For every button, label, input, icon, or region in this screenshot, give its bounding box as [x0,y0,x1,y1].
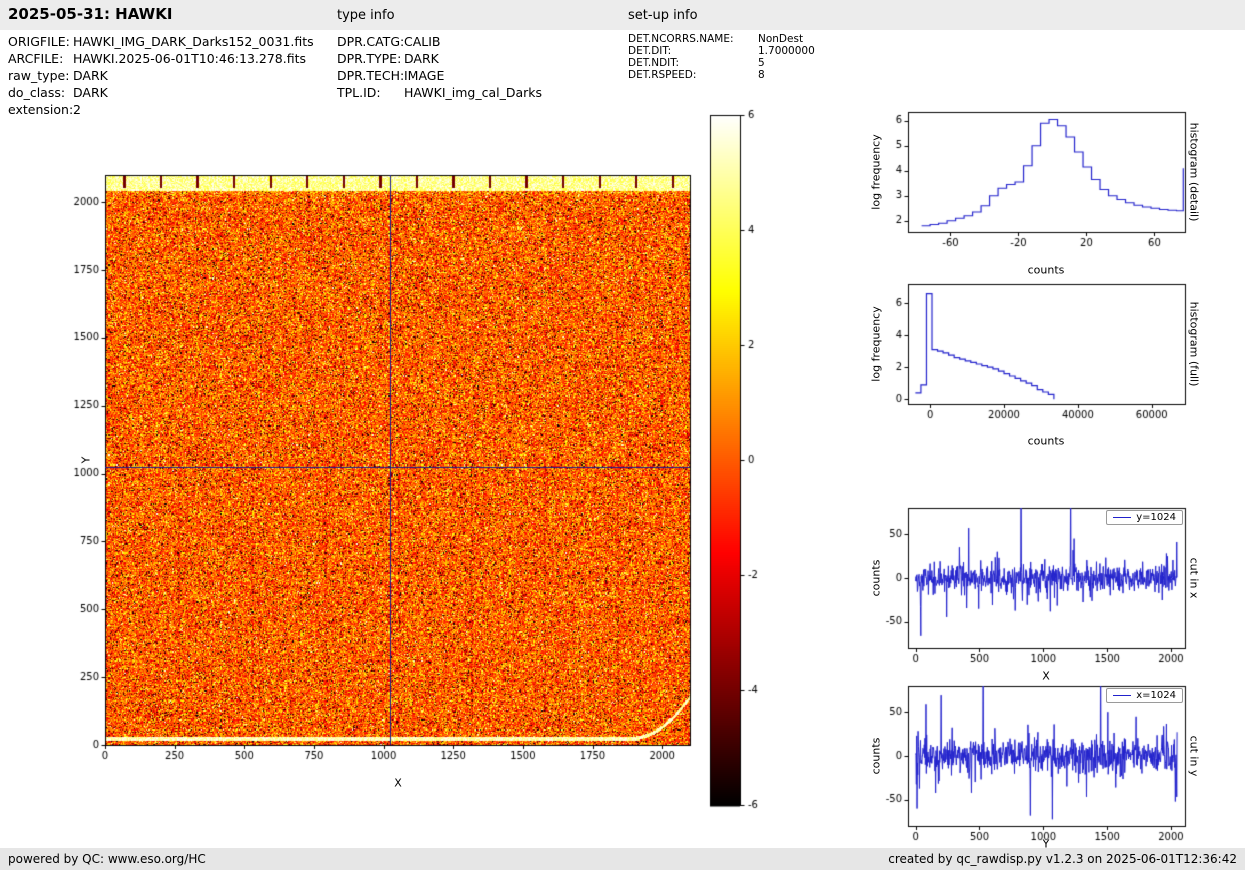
main-yaxis-label: Y [79,456,93,464]
info-value: 5 [758,57,765,69]
info-label: ARCFILE: [8,51,64,66]
cut-x-legend: y=1024 [1106,510,1183,525]
info-label: DPR.TECH: [337,68,405,83]
info-value: DARK [404,51,439,66]
info-value: IMAGE [404,68,445,83]
setup-info-heading: set-up info [628,8,698,23]
info-label: DPR.CATG: [337,34,405,49]
info-label: TPL.ID: [337,85,381,100]
info-row: extension:2 [8,102,81,117]
info-label: DET.NDIT: [628,57,680,69]
info-label: do_class: [8,85,66,100]
footer-left-text: powered by QC: www.eso.org/HC [8,852,206,866]
info-value: CALIB [404,34,441,49]
cut-y-side-label: cut in y [1187,735,1201,777]
header-bar: 2025-05-31: HAWKI type info set-up info [0,0,1245,30]
info-value: 2 [73,102,81,117]
info-label: ORIGFILE: [8,34,70,49]
hist-detail-side-label: histogram (detail) [1187,122,1201,222]
footer-right-text: created by qc_rawdisp.py v1.2.3 on 2025-… [888,852,1237,866]
legend-line-swatch [1113,695,1132,696]
legend-label: y=1024 [1136,512,1176,523]
info-label: extension: [8,102,74,117]
main-xaxis-label: X [394,776,402,790]
info-label: DET.NCORRS.NAME: [628,33,734,45]
cut-x-yaxis-label: counts [869,559,883,597]
info-row: DPR.CATG:CALIB [337,34,441,49]
footer-bar: powered by QC: www.eso.org/HC created by… [0,848,1245,870]
info-value: HAWKI_IMG_DARK_Darks152_0031.fits [73,34,314,49]
legend-label: x=1024 [1136,690,1176,701]
info-value: HAWKI.2025-06-01T10:46:13.278.fits [73,51,306,66]
info-label: DET.DIT: [628,45,672,57]
info-row: DPR.TECH:IMAGE [337,68,444,83]
info-value: NonDest [758,33,804,45]
qc-report-page: 2025-05-31: HAWKI type info set-up info … [0,0,1245,870]
info-label: DPR.TYPE: [337,51,402,66]
cut-x-side-label: cut in x [1187,557,1201,599]
info-row: DET.NDIT: 5 [628,57,765,69]
info-label: DET.RSPEED: [628,69,697,81]
info-row: DET.RSPEED: 8 [628,69,765,81]
info-row: ORIGFILE: HAWKI_IMG_DARK_Darks152_0031.fi… [8,34,314,49]
info-value: 1.7000000 [758,45,815,57]
page-title: 2025-05-31: HAWKI [8,5,173,23]
cut-y-legend: x=1024 [1106,688,1183,703]
info-row: DET.DIT: 1.7000000 [628,45,815,57]
histogram-full-plot [860,267,1205,442]
info-row: DPR.TYPE: DARK [337,51,439,66]
info-value: HAWKI_img_cal_Darks [404,85,543,100]
cut-y-yaxis-label: counts [869,737,883,775]
info-row: DET.NCORRS.NAME: NonDest [628,33,803,45]
info-label: raw_type: [8,68,70,83]
info-row: ARCFILE: HAWKI.2025-06-01T10:46:13.278.fi… [8,51,306,66]
hist-full-yaxis-label: log frequency [869,306,883,382]
main-image-plot [40,150,700,800]
info-row: raw_type: DARK [8,68,108,83]
info-row: TPL.ID: HAWKI_img_cal_Darks [337,85,542,100]
info-row: do_class: DARK [8,85,108,100]
info-value: DARK [73,85,108,100]
hist-full-side-label: histogram (full) [1187,301,1201,387]
type-info-heading: type info [337,8,395,23]
hist-detail-yaxis-label: log frequency [869,134,883,210]
colorbar [703,108,793,818]
histogram-detail-plot [860,95,1205,270]
info-value: DARK [73,68,108,83]
legend-line-swatch [1113,517,1132,518]
hist-full-xaxis-label: counts [1027,434,1065,448]
info-value: 8 [758,69,765,81]
